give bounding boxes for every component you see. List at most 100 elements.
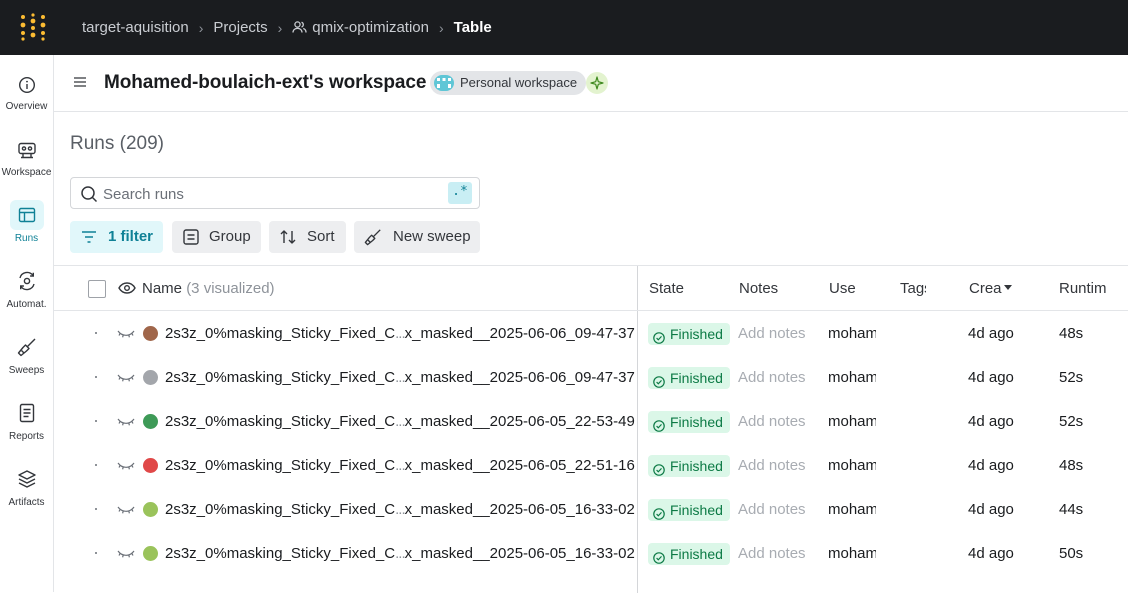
run-color-dot[interactable]	[143, 502, 158, 517]
row-handle[interactable]	[95, 420, 97, 422]
table-row[interactable]: 2s3z_0%masking_Sticky_Fixed_C...x_masked…	[54, 443, 1128, 487]
run-name-link[interactable]: 2s3z_0%masking_Sticky_Fixed_C...x_masked…	[165, 501, 635, 518]
chevron-right-icon: ›	[438, 19, 444, 36]
table-row[interactable]: 2s3z_0%masking_Sticky_Fixed_C...x_masked…	[54, 531, 1128, 575]
run-name-start: 2s3z_0%masking_Sticky_Fixed_C	[165, 501, 396, 518]
sidebar-item-automations[interactable]: Automat.	[0, 266, 53, 326]
layers-icon	[10, 464, 44, 494]
column-header-notes[interactable]: Notes	[739, 280, 819, 297]
eye-closed-icon[interactable]	[117, 503, 135, 515]
sidebar-item-reports[interactable]: Reports	[0, 398, 53, 458]
status-badge: Finished	[648, 367, 730, 389]
row-handle[interactable]	[95, 508, 97, 510]
run-color-dot[interactable]	[143, 326, 158, 341]
chevron-right-icon: ›	[277, 19, 283, 36]
eye-closed-icon[interactable]	[117, 371, 135, 383]
visualized-count: (3 visualized)	[186, 280, 275, 297]
run-name-link[interactable]: 2s3z_0%masking_Sticky_Fixed_C...x_masked…	[165, 545, 635, 562]
robot-icon	[10, 136, 44, 166]
runs-table: Name (3 visualized) State Notes Use Tags…	[54, 265, 1128, 593]
run-color-dot[interactable]	[143, 370, 158, 385]
notes-cell[interactable]: Add notes	[738, 325, 822, 342]
run-name-link[interactable]: 2s3z_0%masking_Sticky_Fixed_C...x_masked…	[165, 457, 635, 474]
check-circle-icon	[653, 460, 665, 476]
sparkle-icon	[590, 76, 604, 90]
column-header-tags[interactable]: Tags	[900, 280, 926, 297]
table-icon	[10, 200, 44, 230]
ai-assist-button[interactable]	[586, 72, 608, 94]
row-handle[interactable]	[95, 332, 97, 334]
run-name-ellipsis: ...	[395, 413, 405, 430]
status-badge: Finished	[648, 499, 730, 521]
eye-closed-icon[interactable]	[117, 459, 135, 471]
user-cell: moham	[828, 501, 876, 518]
run-color-dot[interactable]	[143, 546, 158, 561]
check-circle-icon	[653, 548, 665, 564]
run-color-dot[interactable]	[143, 414, 158, 429]
regex-toggle-button[interactable]: .*	[448, 182, 472, 204]
column-header-runtime[interactable]: Runtim	[1059, 280, 1106, 297]
wandb-logo-icon[interactable]	[19, 13, 47, 41]
run-name-link[interactable]: 2s3z_0%masking_Sticky_Fixed_C...x_masked…	[165, 325, 635, 342]
run-color-dot[interactable]	[143, 458, 158, 473]
filter-button[interactable]: 1 filter	[70, 221, 163, 253]
run-name-link[interactable]: 2s3z_0%masking_Sticky_Fixed_C...x_masked…	[165, 413, 635, 430]
broom-icon	[364, 229, 381, 246]
run-name-start: 2s3z_0%masking_Sticky_Fixed_C	[165, 413, 396, 430]
new-sweep-button[interactable]: New sweep	[354, 221, 480, 253]
status-badge-label: Finished	[670, 370, 723, 386]
row-handle[interactable]	[95, 464, 97, 466]
row-handle[interactable]	[95, 552, 97, 554]
group-button[interactable]: Group	[172, 221, 261, 253]
workspace-header: Mohamed-boulaich-ext's workspace Persona…	[54, 55, 1128, 112]
run-name-end: x_masked__2025-06-05_22-53-49	[404, 413, 635, 430]
filter-button-label: 1 filter	[108, 228, 154, 245]
notes-cell[interactable]: Add notes	[738, 413, 822, 430]
notes-cell[interactable]: Add notes	[738, 545, 822, 562]
user-cell: moham	[828, 545, 876, 562]
column-header-created[interactable]: Crea	[969, 280, 1019, 297]
column-header-user[interactable]: Use	[829, 280, 877, 297]
column-header-name[interactable]: Name (3 visualized)	[142, 280, 275, 297]
table-row[interactable]: 2s3z_0%masking_Sticky_Fixed_C...x_masked…	[54, 355, 1128, 399]
sort-icon	[280, 230, 296, 244]
run-name-link[interactable]: 2s3z_0%masking_Sticky_Fixed_C...x_masked…	[165, 369, 635, 386]
automation-icon	[10, 266, 44, 296]
run-name-end: x_masked__2025-06-05_16-33-02	[404, 545, 635, 562]
select-all-checkbox[interactable]	[88, 280, 106, 298]
table-row[interactable]: 2s3z_0%masking_Sticky_Fixed_C...x_masked…	[54, 487, 1128, 531]
created-cell: 4d ago	[968, 325, 1014, 342]
row-handle[interactable]	[95, 376, 97, 378]
run-name-ellipsis: ...	[395, 325, 405, 342]
info-icon	[10, 70, 44, 100]
sort-button[interactable]: Sort	[269, 221, 346, 253]
sidebar-item-runs[interactable]: Runs	[0, 200, 53, 260]
eye-closed-icon[interactable]	[117, 415, 135, 427]
run-name-start: 2s3z_0%masking_Sticky_Fixed_C	[165, 545, 396, 562]
menu-icon[interactable]	[74, 77, 86, 87]
table-row[interactable]: 2s3z_0%masking_Sticky_Fixed_C...x_masked…	[54, 399, 1128, 443]
created-cell: 4d ago	[968, 545, 1014, 562]
sidebar-item-workspace[interactable]: Workspace	[0, 134, 53, 194]
eye-closed-icon[interactable]	[117, 547, 135, 559]
notes-cell[interactable]: Add notes	[738, 369, 822, 386]
notes-cell[interactable]: Add notes	[738, 501, 822, 518]
breadcrumb-project[interactable]: qmix-optimization	[292, 19, 429, 36]
sidebar-item-artifacts[interactable]: Artifacts	[0, 464, 53, 524]
search-input[interactable]	[103, 184, 443, 204]
status-badge: Finished	[648, 411, 730, 433]
check-circle-icon	[653, 416, 665, 432]
check-circle-icon	[653, 504, 665, 520]
workspace-badge: Personal workspace	[430, 71, 587, 95]
users-icon	[292, 21, 307, 33]
eye-icon[interactable]	[118, 281, 136, 295]
sidebar-item-label: Reports	[8, 431, 44, 442]
eye-closed-icon[interactable]	[117, 327, 135, 339]
sidebar-item-overview[interactable]: Overview	[0, 68, 53, 128]
breadcrumb-projects[interactable]: Projects	[213, 19, 267, 36]
table-row[interactable]: 2s3z_0%masking_Sticky_Fixed_C...x_masked…	[54, 311, 1128, 355]
sidebar-item-sweeps[interactable]: Sweeps	[0, 332, 53, 392]
breadcrumb-entity[interactable]: target-aquisition	[82, 19, 189, 36]
notes-cell[interactable]: Add notes	[738, 457, 822, 474]
column-header-state[interactable]: State	[649, 280, 729, 297]
